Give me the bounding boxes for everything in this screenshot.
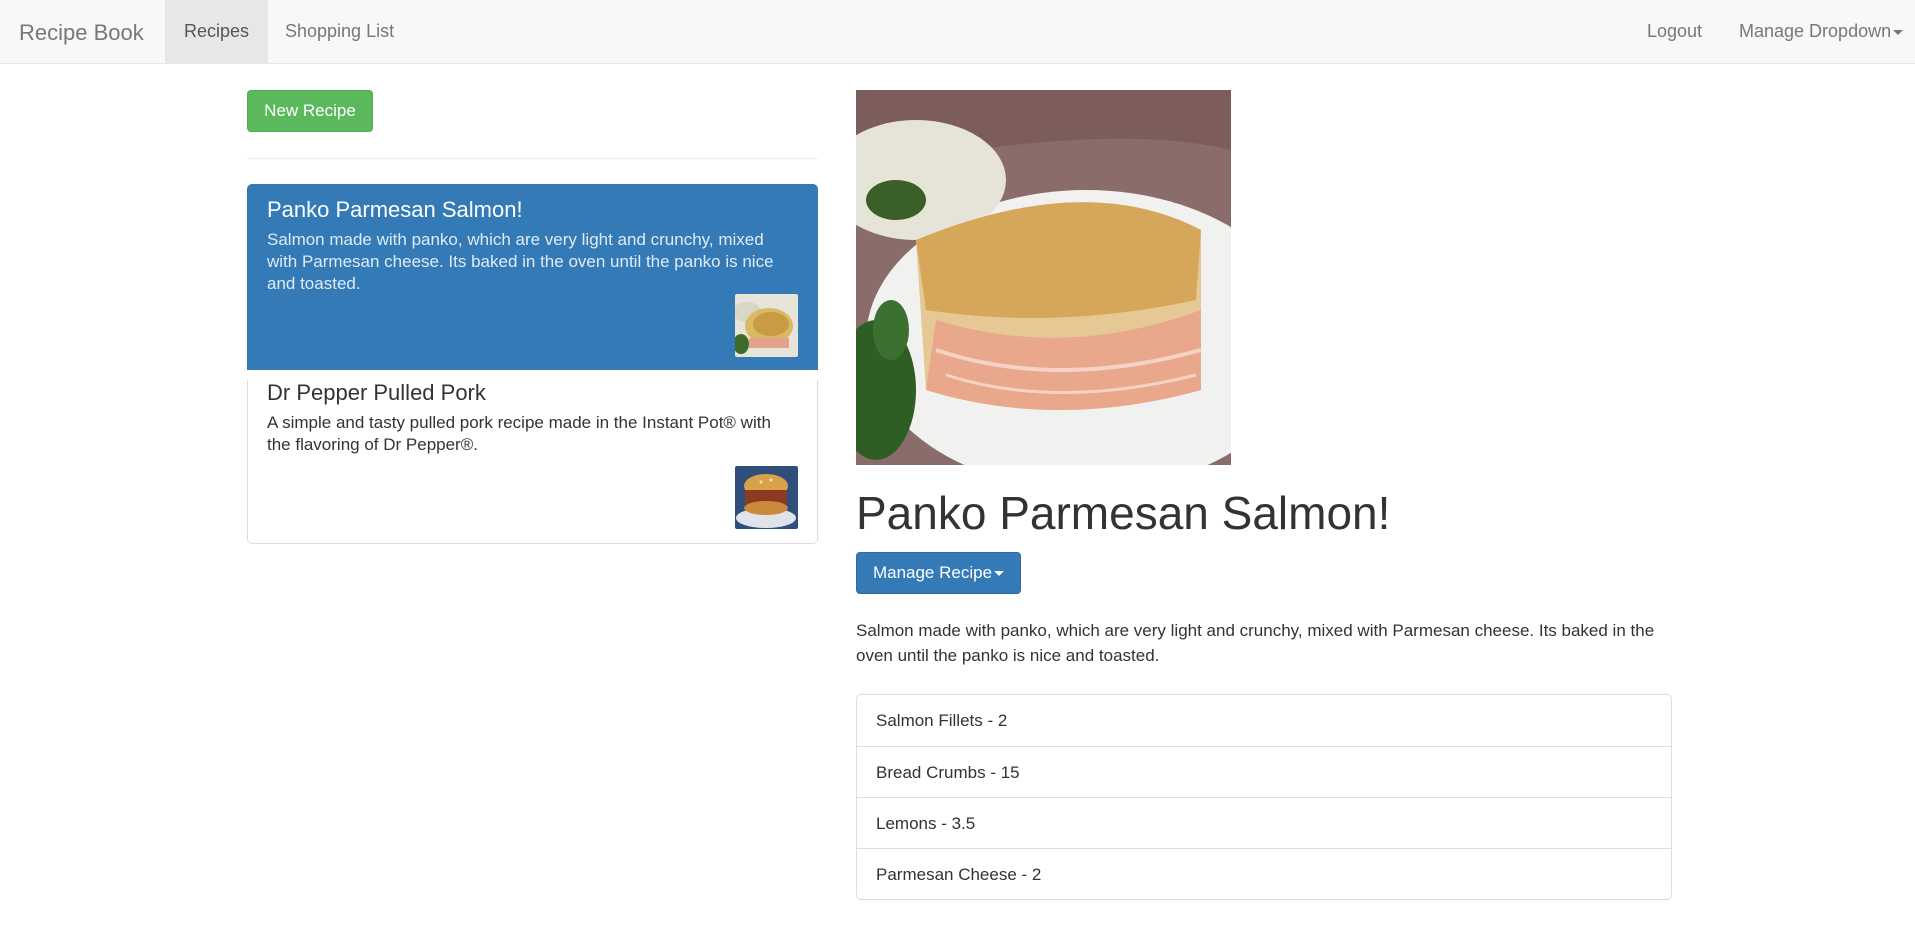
recipe-title: Panko Parmesan Salmon! — [856, 487, 1391, 539]
divider — [247, 158, 818, 159]
logout-link[interactable]: Logout — [1628, 0, 1721, 63]
recipe-item-description: A simple and tasty pulled pork recipe ma… — [267, 413, 771, 455]
recipe-description: Salmon made with panko, which are very l… — [856, 621, 1655, 665]
new-recipe-button[interactable]: New Recipe — [247, 90, 373, 132]
recipe-item-name: Dr Pepper Pulled Pork — [267, 380, 486, 405]
brand-link[interactable]: Recipe Book — [19, 20, 144, 46]
caret-down-icon — [1893, 29, 1904, 35]
nav-tab-shopping-list[interactable]: Shopping List — [266, 0, 413, 63]
ingredient-item[interactable]: Parmesan Cheese - 2 — [857, 848, 1671, 899]
recipe-item-description: Salmon made with panko, which are very l… — [267, 230, 774, 294]
ingredient-item[interactable]: Lemons - 3.5 — [857, 797, 1671, 848]
ingredient-list: Salmon Fillets - 2 Bread Crumbs - 15 Lem… — [856, 694, 1672, 900]
recipe-image — [856, 90, 1231, 465]
manage-recipe-button[interactable]: Manage Recipe — [856, 552, 1021, 594]
ingredient-item[interactable]: Bread Crumbs - 15 — [857, 746, 1671, 797]
navbar: Recipe Book Recipes Shopping List Logout… — [0, 0, 1915, 64]
recipe-thumbnail — [735, 294, 798, 357]
caret-down-icon — [994, 571, 1005, 577]
recipe-item-name: Panko Parmesan Salmon! — [267, 197, 523, 222]
recipe-list-item[interactable]: Dr Pepper Pulled Pork A simple and tasty… — [247, 380, 818, 544]
manage-dropdown-label: Manage Dropdown — [1739, 21, 1892, 41]
recipe-list-item[interactable]: Panko Parmesan Salmon! Salmon made with … — [247, 184, 818, 370]
nav-tab-recipes[interactable]: Recipes — [165, 0, 269, 63]
recipe-list: Panko Parmesan Salmon! Salmon made with … — [247, 184, 818, 544]
ingredient-item[interactable]: Salmon Fillets - 2 — [857, 695, 1671, 746]
manage-dropdown-toggle[interactable]: Manage Dropdown — [1720, 0, 1911, 63]
recipe-thumbnail — [735, 466, 798, 529]
manage-recipe-label: Manage Recipe — [872, 563, 993, 582]
